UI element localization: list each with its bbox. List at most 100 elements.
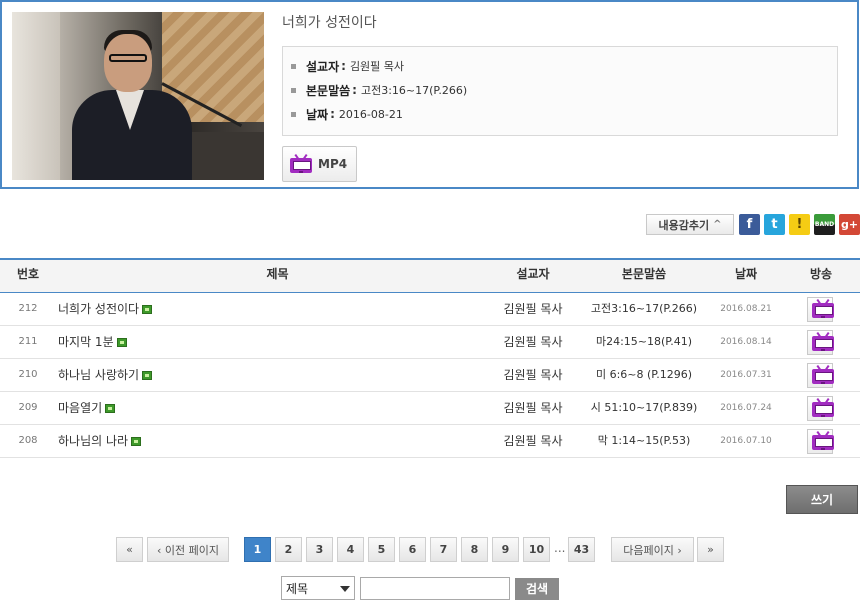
- broadcast-button[interactable]: [807, 297, 834, 322]
- header-verse: 본문말씀: [621, 267, 667, 281]
- search-button[interactable]: 검색: [515, 578, 559, 600]
- table-row[interactable]: 209 마음열기 김원필 목사 시 51:10~17(P.839) 2016.0…: [0, 392, 860, 425]
- row-verse: 막 1:14~15(P.53): [597, 434, 691, 447]
- broadcast-button[interactable]: [807, 396, 834, 421]
- date-value: 2016-08-21: [338, 107, 403, 121]
- chevron-down-icon: [340, 586, 350, 592]
- row-num: 211: [18, 336, 38, 347]
- row-title-link[interactable]: 너희가 성전이다: [58, 293, 153, 325]
- pagination-ellipsis: ...: [554, 541, 566, 555]
- page-1[interactable]: 1: [244, 537, 271, 562]
- new-icon: [116, 338, 127, 347]
- preacher-photo: [12, 12, 264, 180]
- row-verse: 고전3:16~17(P.266): [590, 302, 698, 315]
- prev-page-button[interactable]: ‹ 이전 페이지: [147, 537, 229, 562]
- broadcast-button[interactable]: [807, 363, 834, 388]
- header-date: 날짜: [734, 267, 758, 281]
- row-title-link[interactable]: 하나님의 나라: [58, 425, 142, 457]
- row-title-link[interactable]: 하나님 사랑하기: [58, 359, 153, 391]
- tv-icon: [812, 331, 834, 352]
- preacher-label: 설교자: [306, 59, 340, 74]
- broadcast-button[interactable]: [807, 429, 834, 454]
- last-page-button[interactable]: »: [697, 537, 724, 562]
- row-preacher: 김원필 목사: [503, 434, 563, 448]
- row-date: 2016.07.24: [720, 403, 772, 413]
- facebook-icon[interactable]: f: [739, 214, 760, 235]
- google-plus-icon[interactable]: g+: [839, 214, 860, 235]
- header-broadcast: 방송: [809, 267, 833, 281]
- bullet-icon: [291, 111, 296, 117]
- mp4-label: MP4: [318, 157, 348, 171]
- row-verse: 미 6:6~8 (P.1296): [595, 368, 693, 381]
- header-preacher: 설교자: [516, 267, 550, 281]
- verse-row: 본문말씀 : 고전3:16~17(P.266): [291, 81, 467, 99]
- row-num: 212: [18, 303, 38, 314]
- page-last-number[interactable]: 43: [568, 537, 595, 562]
- page-6[interactable]: 6: [399, 537, 426, 562]
- featured-sermon-panel: 너희가 성전이다 설교자 : 김원필 목사 본문말씀 : 고전3:16~17(P…: [0, 0, 859, 189]
- page-7[interactable]: 7: [430, 537, 457, 562]
- bullet-icon: [291, 63, 296, 69]
- header-title: 제목: [266, 267, 289, 281]
- page-4[interactable]: 4: [337, 537, 364, 562]
- new-icon: [142, 371, 153, 380]
- tv-icon: [812, 397, 834, 418]
- page-3[interactable]: 3: [306, 537, 333, 562]
- table-row[interactable]: 208 하나님의 나라 김원필 목사 막 1:14~15(P.53) 2016.…: [0, 425, 860, 458]
- page-10[interactable]: 10: [523, 537, 550, 562]
- sermon-table: 번호 제목 설교자 본문말씀 날짜 방송 212 너희가 성전이다 김원필 목사…: [0, 258, 860, 458]
- hide-content-button[interactable]: 내용감추기 ^: [646, 214, 734, 235]
- table-row[interactable]: 211 마지막 1분 김원필 목사 마24:15~18(P.41) 2016.0…: [0, 326, 860, 359]
- kakaostory-icon[interactable]: !: [789, 214, 810, 235]
- page-9[interactable]: 9: [492, 537, 519, 562]
- row-verse: 마24:15~18(P.41): [595, 335, 693, 348]
- mp4-button[interactable]: MP4: [282, 146, 357, 182]
- verse-label: 본문말씀: [306, 83, 351, 98]
- new-icon: [105, 404, 116, 413]
- band-icon[interactable]: BAND: [814, 214, 835, 235]
- new-icon: [142, 305, 153, 314]
- new-icon: [131, 437, 142, 446]
- sermon-info-box: 설교자 : 김원필 목사 본문말씀 : 고전3:16~17(P.266) 날짜 …: [282, 46, 838, 136]
- sermon-title: 너희가 성전이다: [282, 15, 377, 31]
- row-preacher: 김원필 목사: [503, 401, 563, 415]
- row-title-link[interactable]: 마지막 1분: [58, 326, 127, 358]
- tv-icon: [812, 364, 834, 385]
- row-date: 2016.08.21: [720, 304, 772, 314]
- date-label: 날짜: [306, 107, 329, 122]
- broadcast-button[interactable]: [807, 330, 834, 355]
- write-button[interactable]: 쓰기: [786, 485, 858, 514]
- page-8[interactable]: 8: [461, 537, 488, 562]
- tv-icon: [290, 153, 312, 174]
- tv-icon: [812, 298, 834, 319]
- preacher-value: 김원필 목사: [349, 60, 405, 73]
- row-verse: 시 51:10~17(P.839): [590, 401, 698, 414]
- row-num: 210: [18, 369, 38, 380]
- header-num: 번호: [16, 267, 40, 281]
- row-date: 2016.08.14: [720, 337, 772, 347]
- row-date: 2016.07.10: [720, 436, 772, 446]
- table-header: 번호 제목 설교자 본문말씀 날짜 방송: [0, 258, 860, 293]
- row-date: 2016.07.31: [720, 370, 772, 380]
- bullet-icon: [291, 87, 296, 93]
- preacher-row: 설교자 : 김원필 목사: [291, 57, 404, 75]
- table-row[interactable]: 210 하나님 사랑하기 김원필 목사 미 6:6~8 (P.1296) 201…: [0, 359, 860, 392]
- verse-value: 고전3:16~17(P.266): [360, 84, 468, 97]
- page-5[interactable]: 5: [368, 537, 395, 562]
- row-preacher: 김원필 목사: [503, 335, 563, 349]
- twitter-icon[interactable]: t: [764, 214, 785, 235]
- tv-icon: [812, 430, 834, 451]
- row-num: 209: [18, 402, 38, 413]
- row-preacher: 김원필 목사: [503, 302, 563, 316]
- chevron-up-icon: ^: [713, 219, 722, 230]
- search-field-select[interactable]: 제목: [281, 576, 355, 600]
- next-page-button[interactable]: 다음페이지 ›: [611, 537, 694, 562]
- search-input[interactable]: [360, 577, 510, 600]
- table-row[interactable]: 212 너희가 성전이다 김원필 목사 고전3:16~17(P.266) 201…: [0, 293, 860, 326]
- row-preacher: 김원필 목사: [503, 368, 563, 382]
- first-page-button[interactable]: «: [116, 537, 143, 562]
- row-num: 208: [18, 435, 38, 446]
- row-title-link[interactable]: 마음열기: [58, 392, 116, 424]
- page-2[interactable]: 2: [275, 537, 302, 562]
- date-row: 날짜 : 2016-08-21: [291, 105, 403, 123]
